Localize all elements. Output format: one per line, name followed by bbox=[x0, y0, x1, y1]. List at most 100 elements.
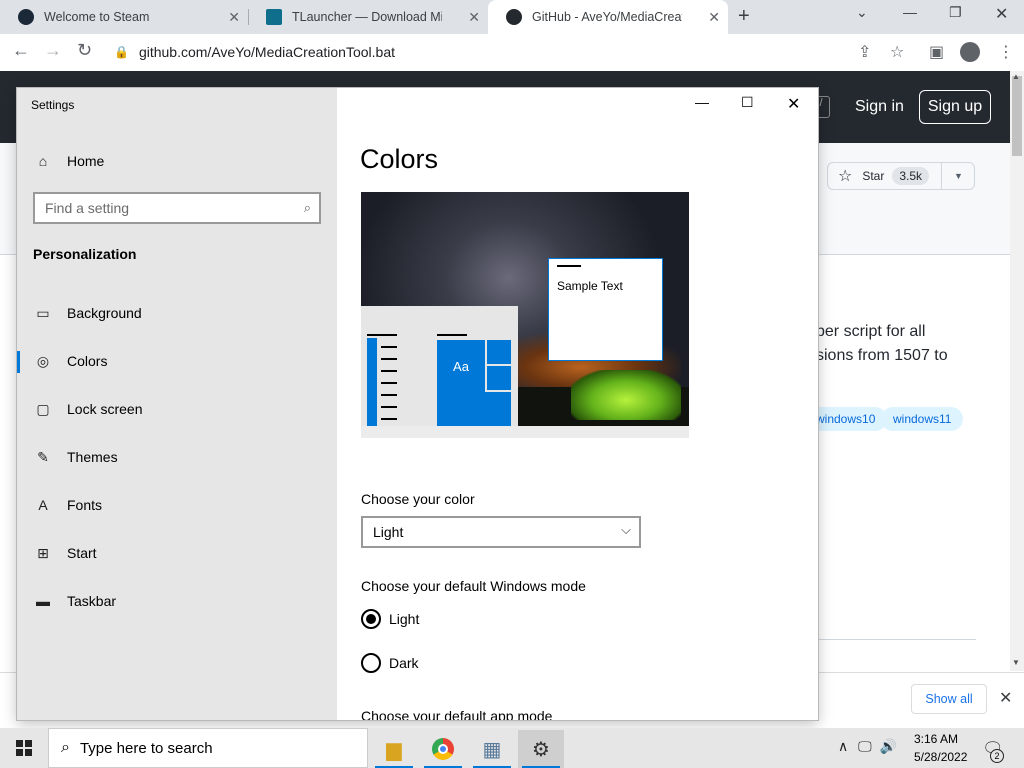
back-icon[interactable]: ← bbox=[12, 40, 30, 61]
chevron-up-icon[interactable]: ∧ bbox=[838, 738, 848, 754]
find-setting-placeholder: Find a setting bbox=[45, 200, 130, 216]
scrollbar-thumb[interactable] bbox=[1012, 76, 1022, 156]
nav-label: Background bbox=[67, 305, 142, 321]
repo-description-line: sions from 1507 to bbox=[816, 347, 948, 364]
radio-label[interactable]: Light bbox=[389, 611, 419, 627]
preview-line bbox=[381, 346, 397, 348]
nav-fonts[interactable]: A Fonts bbox=[17, 485, 337, 525]
scroll-down-arrow-icon[interactable]: ▼ bbox=[1012, 658, 1020, 667]
window-title: Settings bbox=[31, 98, 75, 112]
nav-label: Fonts bbox=[67, 497, 103, 513]
preview-window: Sample Text bbox=[548, 258, 663, 361]
color-dropdown[interactable]: Light ⌵ bbox=[361, 516, 641, 548]
share-icon[interactable]: ⇪ bbox=[858, 42, 871, 62]
section-header: Personalization bbox=[33, 246, 137, 262]
preview-title-line bbox=[557, 265, 581, 267]
system-tray[interactable]: ∧ 🖵 🔊 bbox=[838, 738, 897, 755]
topic-tag[interactable]: windows11 bbox=[881, 407, 964, 431]
settings-window: Settings ⌂ Home Find a setting ⌕ Persona… bbox=[17, 88, 818, 720]
lock-icon[interactable]: 🔒 bbox=[114, 45, 129, 59]
nav-colors[interactable]: ◎ Colors bbox=[17, 341, 337, 381]
preview-tile bbox=[437, 392, 511, 426]
close-window-icon[interactable]: ✕ bbox=[995, 4, 1008, 24]
forward-icon[interactable]: → bbox=[44, 40, 62, 61]
choose-color-label: Choose your color bbox=[361, 491, 475, 507]
nav-lock-screen[interactable]: ▢ Lock screen bbox=[17, 389, 337, 429]
taskbar-icon: ▬ bbox=[36, 593, 50, 609]
nav-label: Lock screen bbox=[67, 401, 143, 417]
sign-up-button[interactable]: Sign up bbox=[919, 90, 991, 124]
chrome-logo bbox=[432, 738, 454, 760]
app-mode-label: Choose your default app mode bbox=[361, 708, 553, 720]
star-label: Star bbox=[862, 169, 885, 183]
volume-icon[interactable]: 🔊 bbox=[880, 738, 897, 754]
close-download-bar-icon[interactable]: ✕ bbox=[999, 688, 1012, 708]
star-icon: ☆ bbox=[838, 168, 853, 185]
menu-dots-icon[interactable]: ⋮ bbox=[998, 42, 1014, 62]
nav-start[interactable]: ⊞ Start bbox=[17, 533, 337, 573]
tlauncher-icon bbox=[266, 9, 282, 25]
nav-themes[interactable]: ✎ Themes bbox=[17, 437, 337, 477]
tab-tlauncher[interactable]: TLauncher — Download Minecra ✕ bbox=[248, 0, 488, 34]
tab-title: TLauncher — Download Minecra bbox=[292, 10, 442, 24]
photos-app-icon[interactable]: ▦ bbox=[469, 730, 515, 768]
star-button[interactable]: ☆ Star 3.5k ▼ bbox=[827, 162, 975, 190]
nav-label: Colors bbox=[67, 353, 108, 369]
radio-light[interactable] bbox=[361, 609, 381, 629]
close-icon[interactable]: ✕ bbox=[787, 94, 800, 114]
settings-gear-icon[interactable]: ⚙ bbox=[518, 730, 564, 768]
home-icon: ⌂ bbox=[38, 153, 48, 169]
chevron-down-icon: ⌵ bbox=[621, 522, 631, 537]
tab-steam[interactable]: Welcome to Steam ✕ bbox=[0, 0, 248, 34]
clock-date[interactable]: 5/28/2022 bbox=[914, 750, 967, 764]
show-all-button[interactable]: Show all bbox=[911, 684, 987, 714]
preview-line bbox=[381, 418, 397, 420]
notification-badge: 2 bbox=[990, 749, 1004, 763]
chrome-icon[interactable] bbox=[420, 730, 466, 768]
preview-sample-text: Sample Text bbox=[557, 279, 623, 293]
clock-time[interactable]: 3:16 AM bbox=[914, 732, 958, 746]
tab-title: Welcome to Steam bbox=[44, 10, 150, 24]
radio-dark[interactable] bbox=[361, 653, 381, 673]
file-explorer-icon[interactable]: ▆ bbox=[371, 730, 417, 768]
restore-icon[interactable]: ❐ bbox=[949, 4, 962, 21]
themes-icon: ✎ bbox=[37, 448, 49, 465]
picture-icon: ▭ bbox=[36, 304, 50, 321]
fonts-icon: A bbox=[38, 497, 48, 513]
sign-in-link[interactable]: Sign in bbox=[855, 98, 904, 116]
nav-label: Themes bbox=[67, 449, 118, 465]
windows-start-icon[interactable] bbox=[16, 740, 32, 756]
taskbar-search-box[interactable]: ⌕ Type here to search bbox=[48, 728, 368, 768]
url-text: github.com/AveYo/MediaCreationTool.bat bbox=[138, 44, 396, 60]
tab-search-icon[interactable]: ⌄ bbox=[856, 4, 868, 21]
nav-taskbar[interactable]: ▬ Taskbar bbox=[17, 581, 337, 621]
minimize-icon[interactable]: — bbox=[903, 4, 917, 20]
side-panel-icon[interactable]: ▣ bbox=[929, 42, 944, 62]
star-dropdown-icon[interactable]: ▼ bbox=[941, 163, 975, 189]
minimize-icon[interactable]: — bbox=[695, 94, 709, 110]
page-scrollbar[interactable] bbox=[1010, 71, 1024, 671]
taskbar-search-placeholder: Type here to search bbox=[79, 739, 213, 757]
nav-home[interactable]: ⌂ Home bbox=[17, 141, 337, 181]
scroll-up-arrow-icon[interactable]: ▲ bbox=[1012, 72, 1020, 81]
profile-avatar[interactable] bbox=[960, 42, 980, 62]
close-tab-icon[interactable]: ✕ bbox=[708, 9, 720, 26]
maximize-icon[interactable]: ☐ bbox=[741, 94, 754, 111]
preview-accent-tile: Aa bbox=[437, 340, 485, 392]
new-tab-button[interactable]: + bbox=[738, 5, 750, 28]
preview-line bbox=[437, 334, 467, 336]
close-tab-icon[interactable]: ✕ bbox=[228, 9, 240, 26]
nav-label: Taskbar bbox=[67, 593, 117, 609]
start-icon: ⊞ bbox=[37, 544, 49, 561]
tab-github[interactable]: GitHub - AveYo/MediaCreationTo ✕ bbox=[488, 0, 728, 34]
preview-line bbox=[381, 382, 397, 384]
find-setting-input[interactable]: Find a setting ⌕ bbox=[33, 192, 321, 224]
nav-background[interactable]: ▭ Background bbox=[17, 293, 337, 333]
bookmark-star-icon[interactable]: ☆ bbox=[890, 42, 904, 62]
radio-label[interactable]: Dark bbox=[389, 655, 419, 671]
address-bar[interactable]: 🔒 github.com/AveYo/MediaCreationTool.bat bbox=[110, 37, 920, 67]
reload-icon[interactable]: ↻ bbox=[77, 40, 92, 61]
color-preview: Aa Sample Text bbox=[361, 192, 689, 438]
network-icon[interactable]: 🖵 bbox=[858, 738, 872, 754]
close-tab-icon[interactable]: ✕ bbox=[468, 9, 480, 26]
